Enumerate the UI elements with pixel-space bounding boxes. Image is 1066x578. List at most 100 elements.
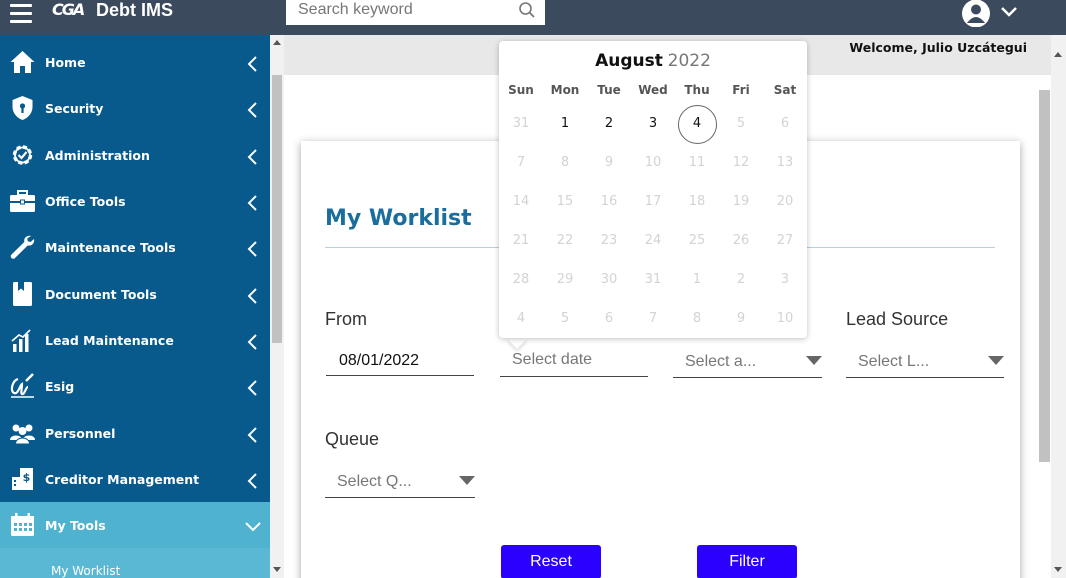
datepicker-day: 27	[776, 233, 794, 248]
sidebar-item-administration[interactable]: Administration	[0, 132, 270, 178]
datepicker-day: 2	[736, 272, 746, 287]
datepicker-month[interactable]: August	[595, 51, 663, 71]
sidebar-item-home[interactable]: Home	[0, 39, 270, 85]
sidebar-item-office-tools[interactable]: Office Tools	[0, 178, 270, 224]
sidebar-item-label: Administration	[45, 148, 150, 163]
datepicker-day: 7	[648, 311, 658, 326]
weekday-label: Mon	[550, 83, 580, 97]
people-icon	[10, 424, 35, 445]
datepicker-day[interactable]: 1	[543, 104, 587, 143]
datepicker-day: 15	[556, 194, 574, 209]
dropdown-caret-icon	[806, 356, 822, 365]
datepicker-day: 8	[692, 311, 702, 326]
scroll-up-arrow-icon[interactable]	[1054, 52, 1062, 57]
signature-icon	[10, 373, 34, 398]
datepicker-day: 22	[556, 233, 574, 248]
datepicker-day: 8	[560, 155, 570, 170]
datepicker-day-today[interactable]: 4	[675, 104, 719, 144]
datepicker-day: 17	[644, 194, 662, 209]
datepicker-day: 11	[688, 155, 706, 170]
datepicker-day: 9	[736, 311, 746, 326]
user-avatar-icon[interactable]	[961, 0, 991, 27]
chevron-left-icon	[247, 102, 257, 118]
main-scrollbar-thumb-inner[interactable]	[1039, 90, 1050, 462]
datepicker-day: 29	[556, 272, 574, 287]
scroll-down-arrow-icon[interactable]	[273, 567, 281, 572]
sidebar-subitem-label: My Worklist	[51, 564, 121, 578]
wrench-icon	[10, 235, 35, 259]
hamburger-menu-icon[interactable]	[10, 4, 32, 26]
sidebar-item-document-tools[interactable]: Document Tools	[0, 271, 270, 317]
sidebar-item-maintenance-tools[interactable]: Maintenance Tools	[0, 224, 270, 270]
datepicker-day: 6	[604, 311, 614, 326]
datepicker-day: 30	[600, 272, 618, 287]
calendar-icon	[11, 513, 34, 536]
chevron-left-icon	[247, 195, 257, 211]
lead-source-select[interactable]: Select L...	[846, 346, 1004, 378]
sidebar-item-label: Document Tools	[45, 287, 157, 302]
bar-chart-icon	[11, 329, 31, 352]
datepicker-day: 19	[732, 194, 750, 209]
datepicker-day: 5	[560, 311, 570, 326]
sidebar-item-label: Office Tools	[45, 194, 126, 209]
sidebar-subitem-my-worklist[interactable]: My Worklist	[0, 548, 270, 578]
sidebar-item-my-tools[interactable]: My Tools	[0, 502, 270, 548]
sidebar-item-security[interactable]: Security	[0, 85, 270, 131]
chevron-down-icon	[245, 522, 261, 532]
datepicker-day: 23	[600, 233, 618, 248]
datepicker-header[interactable]: August 2022	[499, 51, 807, 71]
datepicker-day: 31	[512, 116, 530, 131]
chevron-left-icon	[247, 334, 257, 350]
main-scrollbar[interactable]	[1051, 35, 1066, 578]
datepicker-day[interactable]: 3	[631, 104, 675, 143]
weekday-label: Tue	[597, 83, 621, 97]
sidebar-item-label: My Tools	[45, 518, 106, 533]
search-input[interactable]	[298, 0, 518, 20]
datepicker-day: 28	[512, 272, 530, 287]
datepicker-day[interactable]: 2	[587, 104, 631, 143]
sidebar-item-lead-maintenance[interactable]: Lead Maintenance	[0, 317, 270, 363]
svg-text:$: $	[23, 471, 31, 484]
queue-select[interactable]: Select Q...	[325, 466, 475, 498]
scroll-up-arrow-icon[interactable]	[273, 40, 281, 45]
book-icon	[13, 282, 32, 306]
reset-button[interactable]: Reset	[501, 545, 601, 578]
sidebar-item-label: Personnel	[45, 426, 116, 441]
datepicker-day: 10	[776, 311, 794, 326]
datepicker-day: 1	[692, 272, 702, 287]
datepicker-day: 26	[732, 233, 750, 248]
sidebar-item-personnel[interactable]: Personnel	[0, 410, 270, 456]
filter-button[interactable]: Filter	[697, 545, 797, 578]
sidebar-scrollbar-thumb[interactable]	[272, 75, 282, 343]
sidebar-item-esig[interactable]: Esig	[0, 363, 270, 409]
home-icon	[10, 51, 35, 73]
weekday-label: Fri	[732, 83, 750, 97]
datepicker-day: 24	[644, 233, 662, 248]
page-title: My Worklist	[325, 206, 472, 231]
status-select[interactable]: Select a...	[673, 346, 822, 378]
datepicker-day: 31	[644, 272, 662, 287]
datepicker-day: 18	[688, 194, 706, 209]
weekday-label: Wed	[638, 83, 668, 97]
chevron-left-icon	[247, 427, 257, 443]
sidebar-item-creditor-management[interactable]: $ Creditor Management	[0, 456, 270, 502]
datepicker-day: 6	[780, 116, 790, 131]
search-box	[286, 0, 545, 25]
datepicker-day: 14	[512, 194, 530, 209]
to-date-field[interactable]: Select date	[500, 345, 648, 377]
search-icon[interactable]	[518, 1, 536, 19]
datepicker-day: 10	[644, 155, 662, 170]
logo: CGA	[52, 0, 85, 19]
gear-check-icon	[12, 145, 33, 165]
user-menu-chevron-down-icon[interactable]	[1000, 4, 1018, 18]
welcome-text: Welcome, Julio Uzcátegui	[849, 40, 1027, 55]
scroll-down-arrow-icon[interactable]	[1054, 567, 1062, 572]
chevron-left-icon	[247, 473, 257, 489]
datepicker-day: 12	[732, 155, 750, 170]
datepicker-day: 20	[776, 194, 794, 209]
sidebar-item-label: Lead Maintenance	[45, 333, 174, 348]
dropdown-caret-icon	[988, 356, 1004, 365]
app-title: Debt IMS	[96, 0, 174, 20]
datepicker-year[interactable]: 2022	[668, 51, 711, 71]
from-date-field[interactable]: 08/01/2022	[326, 346, 474, 376]
